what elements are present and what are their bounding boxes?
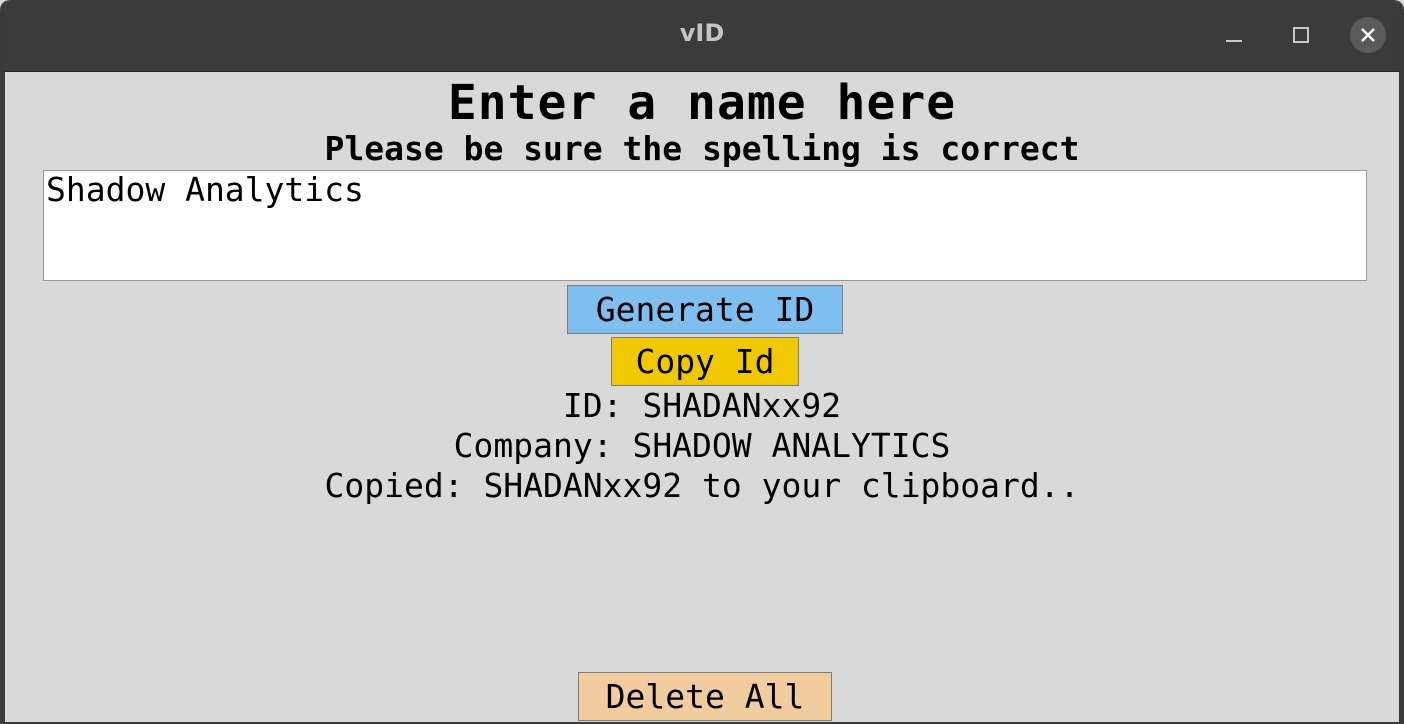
close-icon: [1358, 25, 1378, 45]
minimize-icon: [1224, 25, 1244, 45]
delete-all-button[interactable]: Delete All: [578, 672, 832, 721]
main-content: Enter a name here Please be sure the spe…: [5, 72, 1399, 722]
app-window: vID Enter a name here Please be sure the…: [0, 0, 1404, 724]
page-title: Enter a name here: [447, 75, 957, 131]
company-label: Company: SHADOW ANALYTICS: [453, 426, 951, 465]
window-title: vID: [679, 19, 725, 47]
maximize-icon: [1291, 25, 1311, 45]
title-bar[interactable]: vID: [5, 0, 1399, 72]
minimize-button[interactable]: [1216, 17, 1252, 53]
maximize-button[interactable]: [1283, 17, 1319, 53]
generate-id-button[interactable]: Generate ID: [567, 285, 843, 334]
page-subtitle: Please be sure the spelling is correct: [324, 129, 1080, 168]
name-input[interactable]: Shadow Analytics: [43, 170, 1367, 281]
copied-status-label: Copied: SHADANxx92 to your clipboard..: [324, 466, 1080, 505]
generated-id-label: ID: SHADANxx92: [562, 386, 842, 425]
copy-id-button[interactable]: Copy Id: [611, 337, 799, 386]
close-button[interactable]: [1350, 17, 1386, 53]
